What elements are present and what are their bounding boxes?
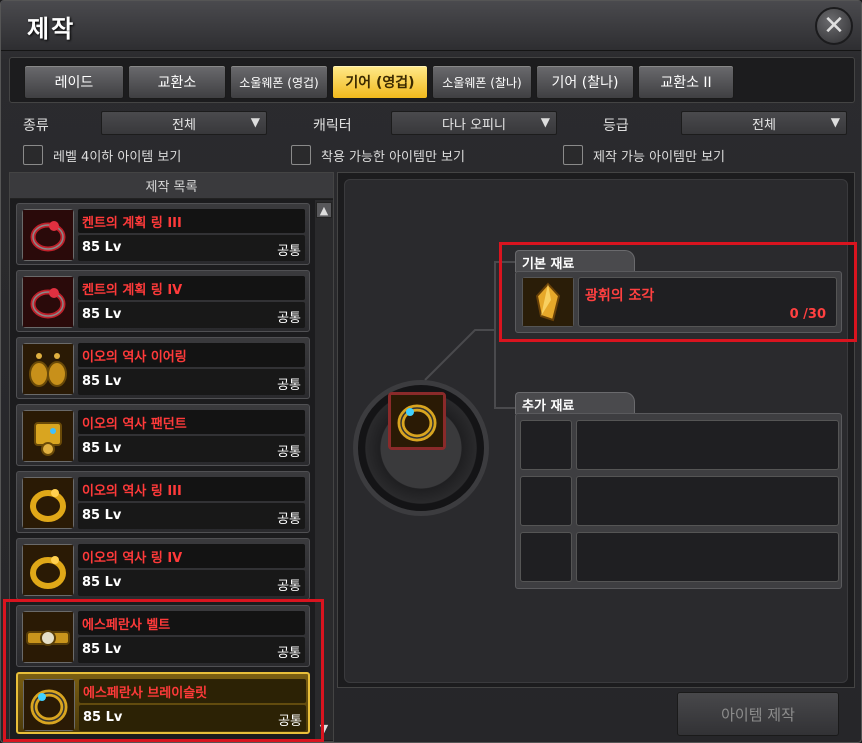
extra-material-info: [576, 476, 839, 526]
gold-ring-icon: [22, 477, 74, 529]
type-label: 종류: [23, 118, 49, 134]
item-name-box: 이오의 역사 링 IV: [78, 544, 305, 568]
list-item[interactable]: 이오의 역사 링 IV 85 Lv 공통: [16, 538, 310, 600]
grade-dropdown[interactable]: 전체 ▼: [681, 111, 847, 135]
red-ring-icon: [22, 276, 74, 328]
extra-material-panel: [515, 413, 842, 589]
crafting-window: 제작 ✕ 레이드 교환소 소울웨폰 (영겁) 기어 (영겁) 소울웨폰 (찰나)…: [0, 0, 862, 743]
tab-soulweapon-eternal[interactable]: 소울웨폰 (영겁): [230, 65, 328, 99]
gold-ring-icon: [22, 544, 74, 596]
item-class: 공통: [277, 445, 301, 460]
extra-material-info: [576, 420, 839, 470]
item-name-box: 켄트의 계획 링 III: [78, 209, 305, 233]
extra-material-title: 추가 재료: [515, 392, 635, 414]
tab-gear-moment[interactable]: 기어 (찰나): [536, 65, 634, 99]
close-icon: ✕: [823, 11, 845, 41]
equippable-label: 착용 가능한 아이템만 보기: [321, 149, 465, 165]
item-level-box: 85 Lv 공통: [78, 302, 305, 328]
gold-pendant-icon: [22, 410, 74, 462]
dropdown-arrow-icon: ▼: [540, 115, 550, 129]
item-level-box: 85 Lv 공통: [78, 235, 305, 261]
tab-exchange-2[interactable]: 교환소 II: [638, 65, 734, 99]
craftable-label: 제작 가능 아이템만 보기: [593, 149, 725, 165]
material-highlight-frame: [499, 242, 857, 342]
close-button[interactable]: ✕: [815, 7, 853, 45]
item-name: 이오의 역사 이어링: [82, 350, 187, 365]
item-name: 켄트의 계획 링 IV: [82, 283, 183, 298]
craftable-checkbox[interactable]: [563, 145, 583, 165]
extra-material-slot[interactable]: [520, 476, 572, 526]
item-level: 85 Lv: [82, 240, 122, 255]
extra-material-slot[interactable]: [520, 532, 572, 582]
item-name-box: 이오의 역사 이어링: [78, 343, 305, 367]
item-name-box: 이오의 역사 링 III: [78, 477, 305, 501]
craftable-checkbox-row[interactable]: 제작 가능 아이템만 보기: [563, 145, 725, 165]
character-dropdown[interactable]: 다나 오피니 ▼: [391, 111, 557, 135]
item-name: 이오의 역사 팬던트: [82, 417, 187, 432]
item-class: 공통: [277, 311, 301, 326]
title-bar: 제작 ✕: [1, 1, 861, 51]
grade-dropdown-value: 전체: [752, 117, 776, 133]
dropdown-arrow-icon: ▼: [830, 115, 840, 129]
equippable-checkbox[interactable]: [291, 145, 311, 165]
type-dropdown-value: 전체: [172, 117, 196, 133]
tab-raid[interactable]: 레이드: [24, 65, 124, 99]
item-level-box: 85 Lv 공통: [78, 570, 305, 596]
list-item[interactable]: 이오의 역사 팬던트 85 Lv 공통: [16, 404, 310, 466]
list-item[interactable]: 이오의 역사 링 III 85 Lv 공통: [16, 471, 310, 533]
level-below-checkbox-row[interactable]: 레벨 4이하 아이템 보기: [23, 145, 181, 165]
tab-gear-eternal[interactable]: 기어 (영겁): [332, 65, 428, 99]
item-name: 이오의 역사 링 III: [82, 484, 182, 499]
item-name-box: 이오의 역사 팬던트: [78, 410, 305, 434]
equippable-checkbox-row[interactable]: 착용 가능한 아이템만 보기: [291, 145, 465, 165]
craft-item-button[interactable]: 아이템 제작: [677, 692, 839, 736]
level-below-checkbox[interactable]: [23, 145, 43, 165]
extra-material-slot[interactable]: [520, 420, 572, 470]
item-class: 공통: [277, 378, 301, 393]
result-item-slot[interactable]: [388, 392, 446, 450]
item-level-box: 85 Lv 공통: [78, 503, 305, 529]
item-class: 공통: [277, 512, 301, 527]
craft-list-header: 제작 목록: [10, 173, 333, 199]
type-dropdown[interactable]: 전체 ▼: [101, 111, 267, 135]
list-highlight-frame: [3, 599, 324, 742]
item-name: 켄트의 계획 링 III: [82, 216, 182, 231]
window-title: 제작: [27, 15, 76, 43]
item-class: 공통: [277, 244, 301, 259]
item-level: 85 Lv: [82, 441, 122, 456]
level-below-label: 레벨 4이하 아이템 보기: [53, 149, 182, 165]
item-name: 이오의 역사 링 IV: [82, 551, 183, 566]
extra-material-info: [576, 532, 839, 582]
tab-soulweapon-moment[interactable]: 소울웨폰 (찰나): [432, 65, 532, 99]
character-dropdown-value: 다나 오피니: [442, 117, 506, 133]
item-level: 85 Lv: [82, 307, 122, 322]
grade-label: 등급: [603, 118, 629, 134]
gold-earring-icon: [22, 343, 74, 395]
list-item[interactable]: 켄트의 계획 링 IV 85 Lv 공통: [16, 270, 310, 332]
item-level: 85 Lv: [82, 508, 122, 523]
item-level-box: 85 Lv 공통: [78, 436, 305, 462]
item-name-box: 켄트의 계획 링 IV: [78, 276, 305, 300]
item-level: 85 Lv: [82, 575, 122, 590]
item-level: 85 Lv: [82, 374, 122, 389]
dropdown-arrow-icon: ▼: [250, 115, 260, 129]
item-class: 공통: [277, 579, 301, 594]
category-tabs: 레이드 교환소 소울웨폰 (영겁) 기어 (영겁) 소울웨폰 (찰나) 기어 (…: [9, 57, 855, 103]
scroll-up-icon[interactable]: ▲: [316, 202, 332, 218]
tab-exchange[interactable]: 교환소: [128, 65, 226, 99]
bracelet-icon: [391, 395, 443, 447]
character-label: 캐릭터: [313, 118, 352, 134]
item-level-box: 85 Lv 공통: [78, 369, 305, 395]
list-item[interactable]: 켄트의 계획 링 III 85 Lv 공통: [16, 203, 310, 265]
red-ring-icon: [22, 209, 74, 261]
list-item[interactable]: 이오의 역사 이어링 85 Lv 공통: [16, 337, 310, 399]
